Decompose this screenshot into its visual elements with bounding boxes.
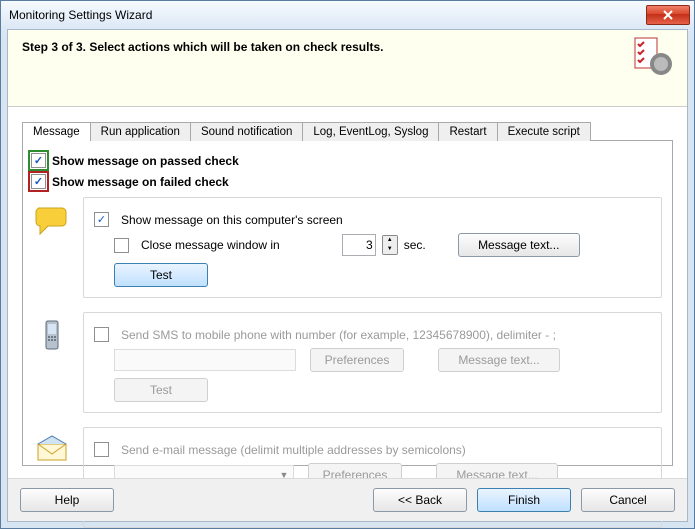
- checkbox-show-on-screen[interactable]: [94, 212, 109, 227]
- cancel-button[interactable]: Cancel: [581, 488, 675, 512]
- envelope-icon: [34, 434, 70, 466]
- checkbox-passed[interactable]: [31, 153, 46, 168]
- wizard-window: Monitoring Settings Wizard Step 3 of 3. …: [0, 0, 695, 529]
- spinner-close-seconds[interactable]: ▲▼: [382, 235, 398, 255]
- tab-execute-script[interactable]: Execute script: [497, 122, 591, 141]
- help-button[interactable]: Help: [20, 488, 114, 512]
- close-icon: [663, 10, 673, 20]
- client-area: Step 3 of 3. Select actions which will b…: [7, 29, 688, 522]
- tab-restart[interactable]: Restart: [438, 122, 497, 141]
- label-show-on-screen: Show message on this computer's screen: [121, 213, 343, 227]
- label-passed: Show message on passed check: [52, 154, 239, 168]
- back-button[interactable]: << Back: [373, 488, 467, 512]
- close-button[interactable]: [646, 5, 690, 25]
- button-screen-message-text[interactable]: Message text...: [458, 233, 580, 257]
- checklist-icon: [633, 36, 673, 76]
- tab-panel-message: Show message on passed check Show messag…: [22, 140, 673, 466]
- step-text: Step 3 of 3. Select actions which will b…: [22, 40, 383, 54]
- label-close-window: Close message window in: [141, 238, 280, 252]
- checkbox-failed[interactable]: [31, 174, 46, 189]
- input-sms-number[interactable]: [114, 349, 296, 371]
- checkbox-send-sms[interactable]: [94, 327, 109, 342]
- label-send-email: Send e-mail message (delimit multiple ad…: [121, 443, 466, 457]
- step-banner: Step 3 of 3. Select actions which will b…: [8, 30, 687, 107]
- label-failed: Show message on failed check: [52, 175, 229, 189]
- button-screen-test[interactable]: Test: [114, 263, 208, 287]
- tab-message[interactable]: Message: [22, 122, 91, 141]
- button-sms-preferences[interactable]: Preferences: [310, 348, 404, 372]
- window-title: Monitoring Settings Wizard: [9, 8, 646, 22]
- button-sms-message-text[interactable]: Message text...: [438, 348, 560, 372]
- mobile-phone-icon: [34, 319, 70, 351]
- label-sec: sec.: [404, 238, 426, 252]
- tab-sound-notification[interactable]: Sound notification: [190, 122, 303, 141]
- group-screen-message: Show message on this computer's screen C…: [83, 197, 662, 298]
- wizard-footer: Help << Back Finish Cancel: [8, 478, 687, 521]
- button-sms-test[interactable]: Test: [114, 378, 208, 402]
- label-send-sms: Send SMS to mobile phone with number (fo…: [121, 328, 556, 342]
- tab-log[interactable]: Log, EventLog, Syslog: [302, 122, 439, 141]
- speech-bubble-icon: [34, 204, 70, 236]
- checkbox-close-window[interactable]: [114, 238, 129, 253]
- input-close-seconds[interactable]: [342, 234, 376, 256]
- finish-button[interactable]: Finish: [477, 488, 571, 512]
- tabstrip: Message Run application Sound notificati…: [22, 122, 687, 141]
- group-sms: Send SMS to mobile phone with number (fo…: [83, 312, 662, 413]
- titlebar: Monitoring Settings Wizard: [1, 1, 694, 29]
- checkbox-send-email[interactable]: [94, 442, 109, 457]
- tab-run-application[interactable]: Run application: [90, 122, 191, 141]
